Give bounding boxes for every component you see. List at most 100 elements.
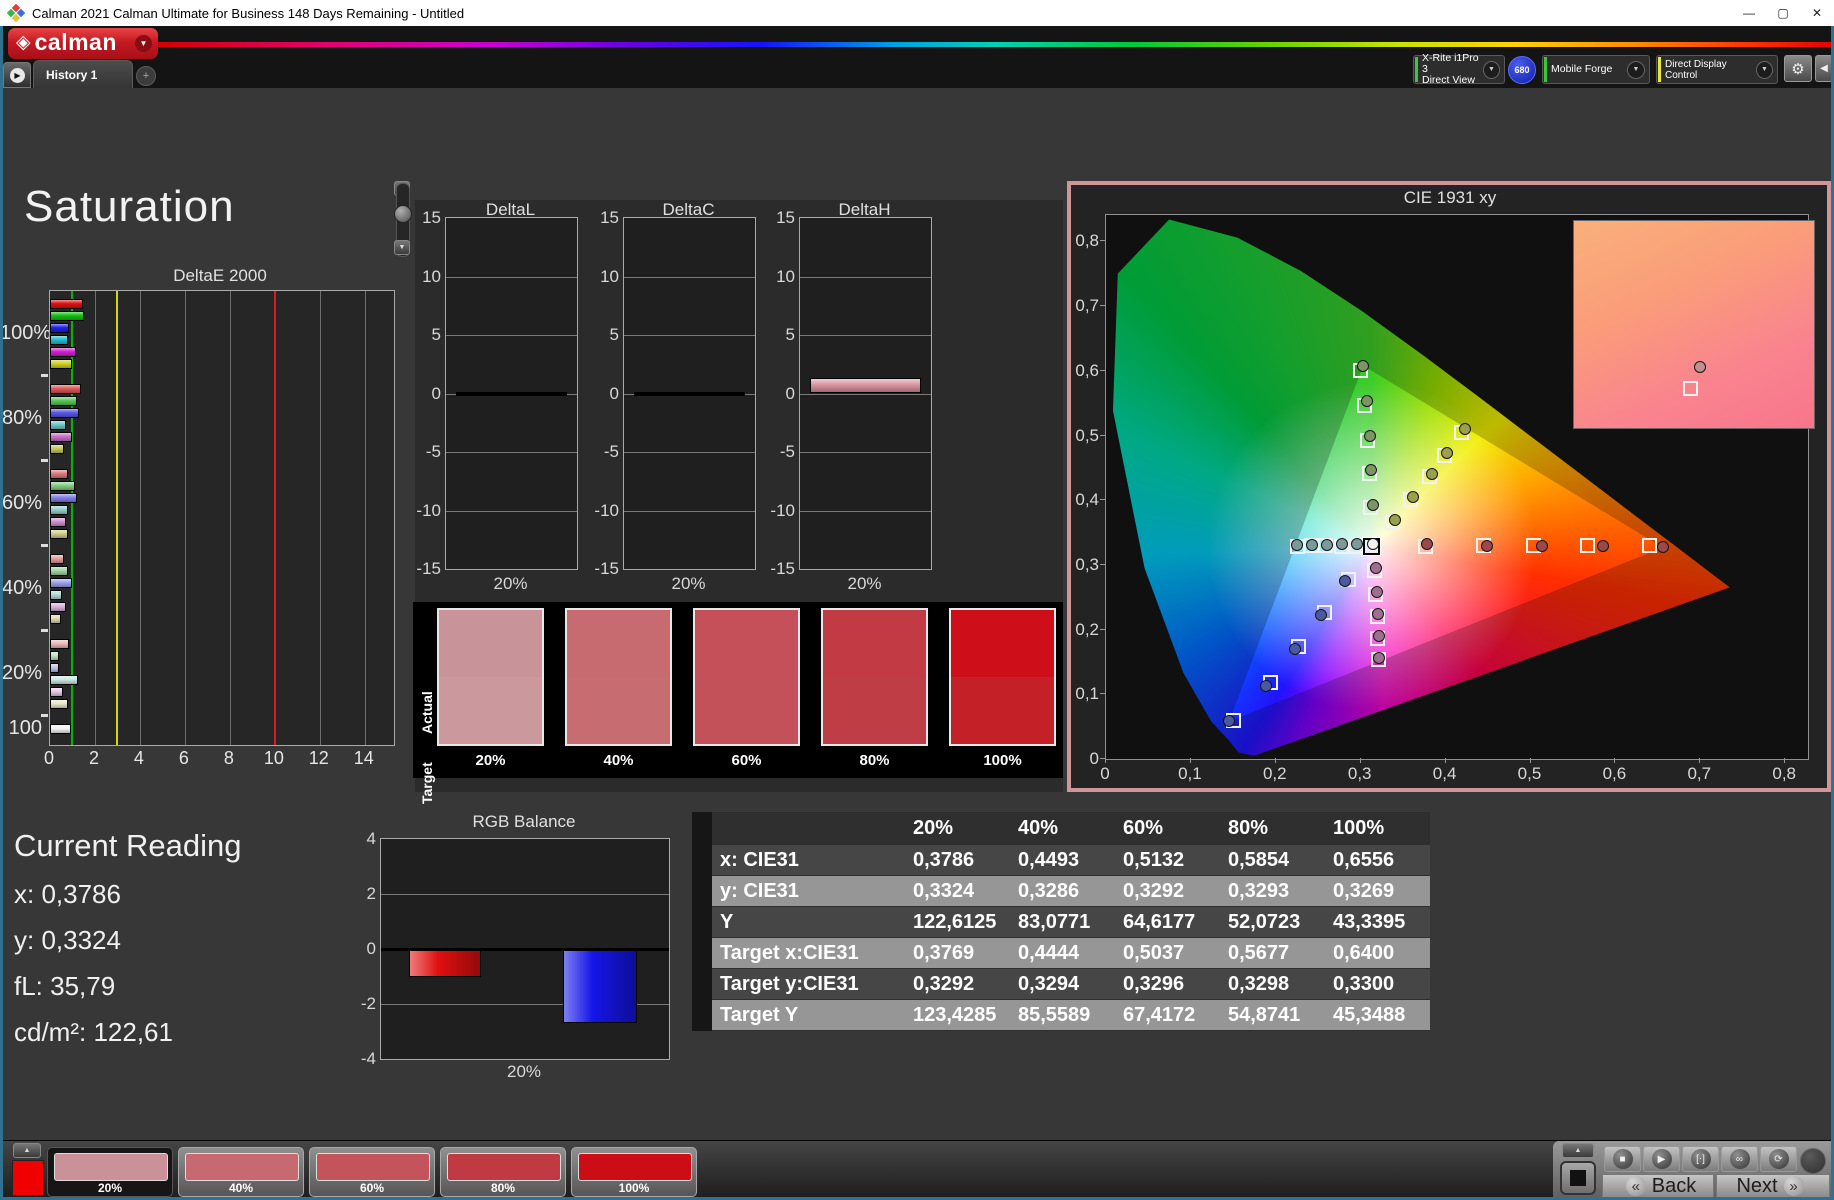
value-cell: 0,3292 xyxy=(913,972,975,995)
pattern-color-indicator[interactable] xyxy=(12,1160,44,1196)
measured-marker-yellow xyxy=(1426,467,1439,480)
axis-tick xyxy=(41,629,48,632)
continuous-button[interactable]: ∞ xyxy=(1721,1146,1758,1172)
settings-button[interactable]: ⚙ xyxy=(1784,55,1812,82)
swatch-label: 60% xyxy=(731,752,762,769)
measured-marker-yellow xyxy=(1388,514,1401,527)
target-color xyxy=(439,677,542,744)
deltae-bar xyxy=(50,699,68,709)
display-control-dropdown[interactable]: Direct Display Control ▼ xyxy=(1656,55,1778,84)
square-icon xyxy=(1570,1170,1586,1186)
meter-id-badge: 680 xyxy=(1508,56,1536,84)
x-tick-label: 4 xyxy=(133,748,144,768)
y-tick-label: 15 xyxy=(422,208,441,227)
value-cell: 122,6125 xyxy=(913,910,997,933)
pattern-swatch-60%[interactable]: 60% xyxy=(309,1147,435,1197)
cie-y-tick: 0,5 xyxy=(1075,425,1099,445)
gridline xyxy=(624,510,755,512)
gridline xyxy=(624,276,755,278)
transport-scroll-up-button[interactable]: ▲ xyxy=(1562,1143,1594,1158)
cie-y-tick: 0,3 xyxy=(1075,554,1099,574)
swatch-label: 40% xyxy=(603,752,634,769)
cie-x-tick: 0,2 xyxy=(1262,764,1287,783)
gridline xyxy=(364,291,366,745)
y-tick-label: 2 xyxy=(366,884,376,903)
close-button[interactable]: ✕ xyxy=(1800,0,1834,26)
add-tab-button[interactable]: + xyxy=(136,66,156,86)
interval-button[interactable]: [⋅] xyxy=(1682,1146,1719,1172)
stop-button[interactable]: ■ xyxy=(1604,1146,1641,1172)
reading-fl: fL: 35,79 xyxy=(14,971,116,1001)
value-cell: 85,5589 xyxy=(1018,1003,1091,1026)
gridline xyxy=(800,276,931,278)
swatch-label: 100% xyxy=(618,1181,650,1195)
actual-color xyxy=(695,610,798,677)
axis-tick xyxy=(1100,434,1105,436)
deltae-bar xyxy=(50,602,67,612)
value-cell: 0,5677 xyxy=(1228,941,1290,964)
deltal-plot xyxy=(445,217,578,570)
app-icon xyxy=(6,3,26,23)
deltah-plot xyxy=(799,217,932,570)
tab-label: History 1 xyxy=(46,67,98,82)
value-cell: 0,3293 xyxy=(1228,879,1290,902)
scroll-down-button[interactable]: ▼ xyxy=(394,240,410,255)
meter-dropdown[interactable]: X-Rite i1Pro 3 Direct View ▼ xyxy=(1413,53,1505,86)
axis-tick xyxy=(1529,758,1531,763)
y-tick-label: -10 xyxy=(594,500,619,520)
table-row: x: CIE31 0,3786 0,4493 0,5132 0,5854 0,6556 xyxy=(712,845,1430,876)
next-button[interactable]: Next » xyxy=(1716,1174,1830,1198)
swatch-label: 80% xyxy=(859,752,890,769)
row-label: Y xyxy=(720,910,734,933)
measured-marker-green xyxy=(1357,359,1370,372)
deltae-bar xyxy=(50,408,79,418)
source-dropdown[interactable]: Mobile Forge ▼ xyxy=(1542,55,1650,84)
scrollbar-thumb[interactable] xyxy=(394,205,412,223)
gridline xyxy=(229,291,231,745)
tab-scroll-button[interactable]: ▶ xyxy=(3,62,31,88)
measured-marker-magenta xyxy=(1372,630,1385,643)
header-cell: 80% xyxy=(1228,816,1269,839)
rgb-bar-blue xyxy=(563,949,637,1024)
refresh-button[interactable]: ⟳ xyxy=(1760,1146,1797,1172)
minimize-button[interactable]: — xyxy=(1732,0,1766,26)
reading-y: y: 0,3324 xyxy=(14,925,121,955)
target-color xyxy=(951,677,1054,744)
deltae-bar xyxy=(50,566,68,576)
tab-history-1[interactable]: History 1 xyxy=(33,60,133,88)
gridline xyxy=(800,452,931,453)
calman-logo-icon: ◈ xyxy=(16,32,31,53)
chevron-down-icon: ▼ xyxy=(1483,60,1500,79)
actual-target-swatch-strip: Actual Target 20% 40% 60% 80% 100% xyxy=(413,602,1063,804)
gridline xyxy=(446,335,577,336)
value-cell: 0,5037 xyxy=(1123,941,1185,964)
deltae-bar xyxy=(50,651,60,661)
pattern-swatch-80%[interactable]: 80% xyxy=(440,1147,566,1197)
back-label: Back xyxy=(1651,1174,1697,1197)
play-button[interactable]: ▶ xyxy=(1643,1146,1680,1172)
pattern-swatch-100%[interactable]: 100% xyxy=(571,1147,697,1197)
axis-tick xyxy=(41,459,48,462)
header-cell: 60% xyxy=(1123,816,1164,839)
deltae-bar xyxy=(50,335,68,345)
rgb-x-label: 20% xyxy=(506,1062,542,1081)
measured-marker-red xyxy=(1597,539,1609,552)
control-status-bar xyxy=(1658,57,1661,82)
calman-menu-button[interactable]: ◈ calman ▼ xyxy=(8,28,158,59)
back-button[interactable]: « Back xyxy=(1602,1174,1714,1198)
y-tick-label: 4 xyxy=(366,829,376,848)
pattern-swatch-20%[interactable]: 20% xyxy=(47,1147,173,1197)
x-tick-label: 14 xyxy=(353,748,374,768)
cie-x-tick: 0,8 xyxy=(1772,764,1796,783)
rgb-balance-title: RGB Balance xyxy=(472,812,576,831)
window-border-left xyxy=(0,26,3,1200)
pattern-window-button[interactable] xyxy=(1560,1161,1596,1195)
pattern-swatch-40%[interactable]: 40% xyxy=(178,1147,304,1197)
pattern-scroll-up-button[interactable]: ▲ xyxy=(13,1143,41,1158)
maximize-button[interactable]: ▢ xyxy=(1766,0,1800,26)
swatch-label: 80% xyxy=(490,1181,516,1195)
value-cell: 45,3488 xyxy=(1333,1003,1406,1026)
header-cell: 100% xyxy=(1333,816,1385,839)
cie-y-tick: 0,4 xyxy=(1075,490,1099,510)
chevrons-right-icon: » xyxy=(1783,1176,1804,1196)
